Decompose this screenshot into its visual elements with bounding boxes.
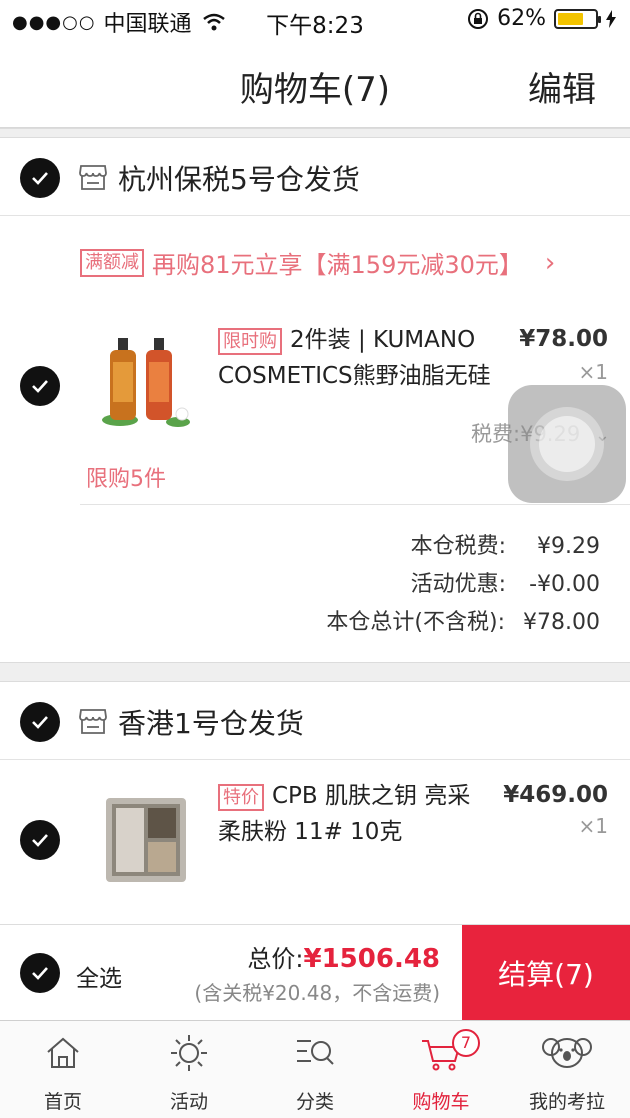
section-divider	[0, 662, 630, 682]
checkout-button[interactable]: 结算(7)	[462, 925, 630, 1021]
tab-activity[interactable]: 活动	[126, 1021, 252, 1118]
edit-button[interactable]: 编辑	[528, 62, 596, 111]
summary-label: 本仓总计(不含税):	[326, 610, 506, 635]
product-title-line2: 柔肤粉 11# 10克	[218, 819, 403, 845]
summary-label: 活动优惠:	[410, 572, 506, 597]
tab-label: 购物车	[412, 1091, 470, 1113]
checkout-bar: 全选 总价:¥1506.48 (含关税¥20.48，不含运费) 结算(7)	[0, 924, 630, 1021]
product-image[interactable]	[92, 336, 200, 432]
sun-icon	[171, 1035, 207, 1071]
battery-percent: 62%	[497, 6, 546, 31]
tab-bar: 首页 活动 分类 7 购物车 我的考拉	[0, 1020, 630, 1118]
purchase-limit: 限购5件	[86, 467, 166, 492]
product-price: ¥469.00	[503, 782, 608, 808]
tab-cart[interactable]: 7 购物车	[378, 1021, 504, 1118]
chevron-right-icon: ›	[544, 247, 556, 278]
tab-label: 首页	[43, 1091, 82, 1113]
koala-icon	[542, 1038, 592, 1068]
warehouse-header: 杭州保税5号仓发货	[0, 138, 630, 216]
select-all-label[interactable]: 全选	[76, 959, 122, 993]
product-checkbox[interactable]	[20, 820, 60, 860]
status-bar: ●●●○○ 中国联通 下午8:23 62%	[0, 0, 630, 40]
product-image[interactable]	[104, 792, 188, 886]
product-price: ¥78.00	[519, 326, 608, 352]
charging-icon	[606, 9, 616, 28]
home-icon	[47, 1037, 79, 1068]
warehouse-summary: 本仓税费: ¥9.29 活动优惠: -¥0.00 本仓总计(不含税): ¥78.00	[326, 528, 600, 642]
tab-my-koala[interactable]: 我的考拉	[504, 1021, 630, 1118]
store-icon	[79, 165, 107, 190]
product-qty: ×1	[578, 814, 608, 838]
total-label: 总价:	[247, 945, 304, 973]
product-title-line1: 2件装 | KUMANO	[290, 327, 476, 353]
warehouse-name: 香港1号仓发货	[118, 707, 304, 740]
store-icon	[79, 709, 107, 734]
product-title[interactable]: 限时购 2件装 | KUMANO COSMETICS熊野油脂无硅	[218, 322, 518, 394]
product-checkbox[interactable]	[20, 366, 60, 406]
promo-tag: 满额减	[80, 248, 144, 277]
tab-label: 分类	[295, 1091, 334, 1113]
total-price: 总价:¥1506.48	[247, 939, 440, 974]
product-title[interactable]: 特价 CPB 肌肤之钥 亮采 柔肤粉 11# 10克	[218, 778, 508, 850]
tab-category[interactable]: 分类	[252, 1021, 378, 1118]
total-note: (含关税¥20.48，不含运费)	[194, 981, 440, 1005]
warehouse-checkbox[interactable]	[20, 158, 60, 198]
product-qty: ×1	[578, 360, 608, 384]
tab-home[interactable]: 首页	[0, 1021, 126, 1118]
total-amount: ¥1506.48	[303, 944, 440, 974]
tab-label: 我的考拉	[528, 1091, 605, 1113]
nav-bar: 购物车(7) 编辑	[0, 40, 630, 128]
divider	[80, 504, 630, 505]
assistive-touch-button[interactable]	[508, 385, 626, 503]
warehouse-name: 杭州保税5号仓发货	[118, 163, 360, 196]
section-divider	[0, 128, 630, 138]
summary-value: ¥78.00	[523, 610, 600, 635]
cart-badge: 7	[452, 1029, 480, 1057]
promo-text: 再购81元立享【满159元减30元】	[152, 251, 523, 279]
tab-label: 活动	[169, 1091, 208, 1113]
rotation-lock-icon	[468, 8, 489, 29]
promo-banner[interactable]: 满额减 再购81元立享【满159元减30元】 ›	[80, 245, 555, 280]
battery-icon	[554, 8, 601, 29]
special-price-tag: 特价	[218, 784, 264, 811]
select-all-checkbox[interactable]	[20, 953, 60, 993]
warehouse-header: 香港1号仓发货	[0, 682, 630, 760]
flash-sale-tag: 限时购	[218, 328, 282, 355]
category-search-icon	[297, 1040, 334, 1065]
summary-label: 本仓税费:	[410, 534, 506, 559]
summary-value: -¥0.00	[529, 572, 600, 597]
product-title-line2: COSMETICS熊野油脂无硅	[218, 363, 491, 389]
warehouse-checkbox[interactable]	[20, 702, 60, 742]
product-title-line1: CPB 肌肤之钥 亮采	[272, 783, 471, 809]
summary-value: ¥9.29	[537, 534, 600, 559]
